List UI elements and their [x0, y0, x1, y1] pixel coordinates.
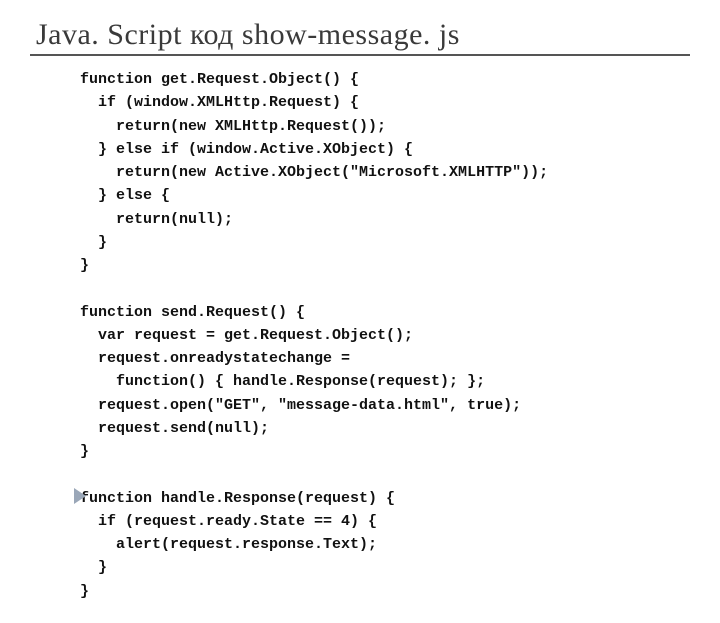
code-snippet: function get.Request.Object() { if (wind… [80, 68, 690, 603]
slide-container: Java. Script код show-message. js functi… [0, 0, 720, 623]
slide-title: Java. Script код show-message. js [36, 18, 690, 52]
bullet-arrow-icon [74, 488, 86, 504]
title-underline [30, 54, 690, 56]
